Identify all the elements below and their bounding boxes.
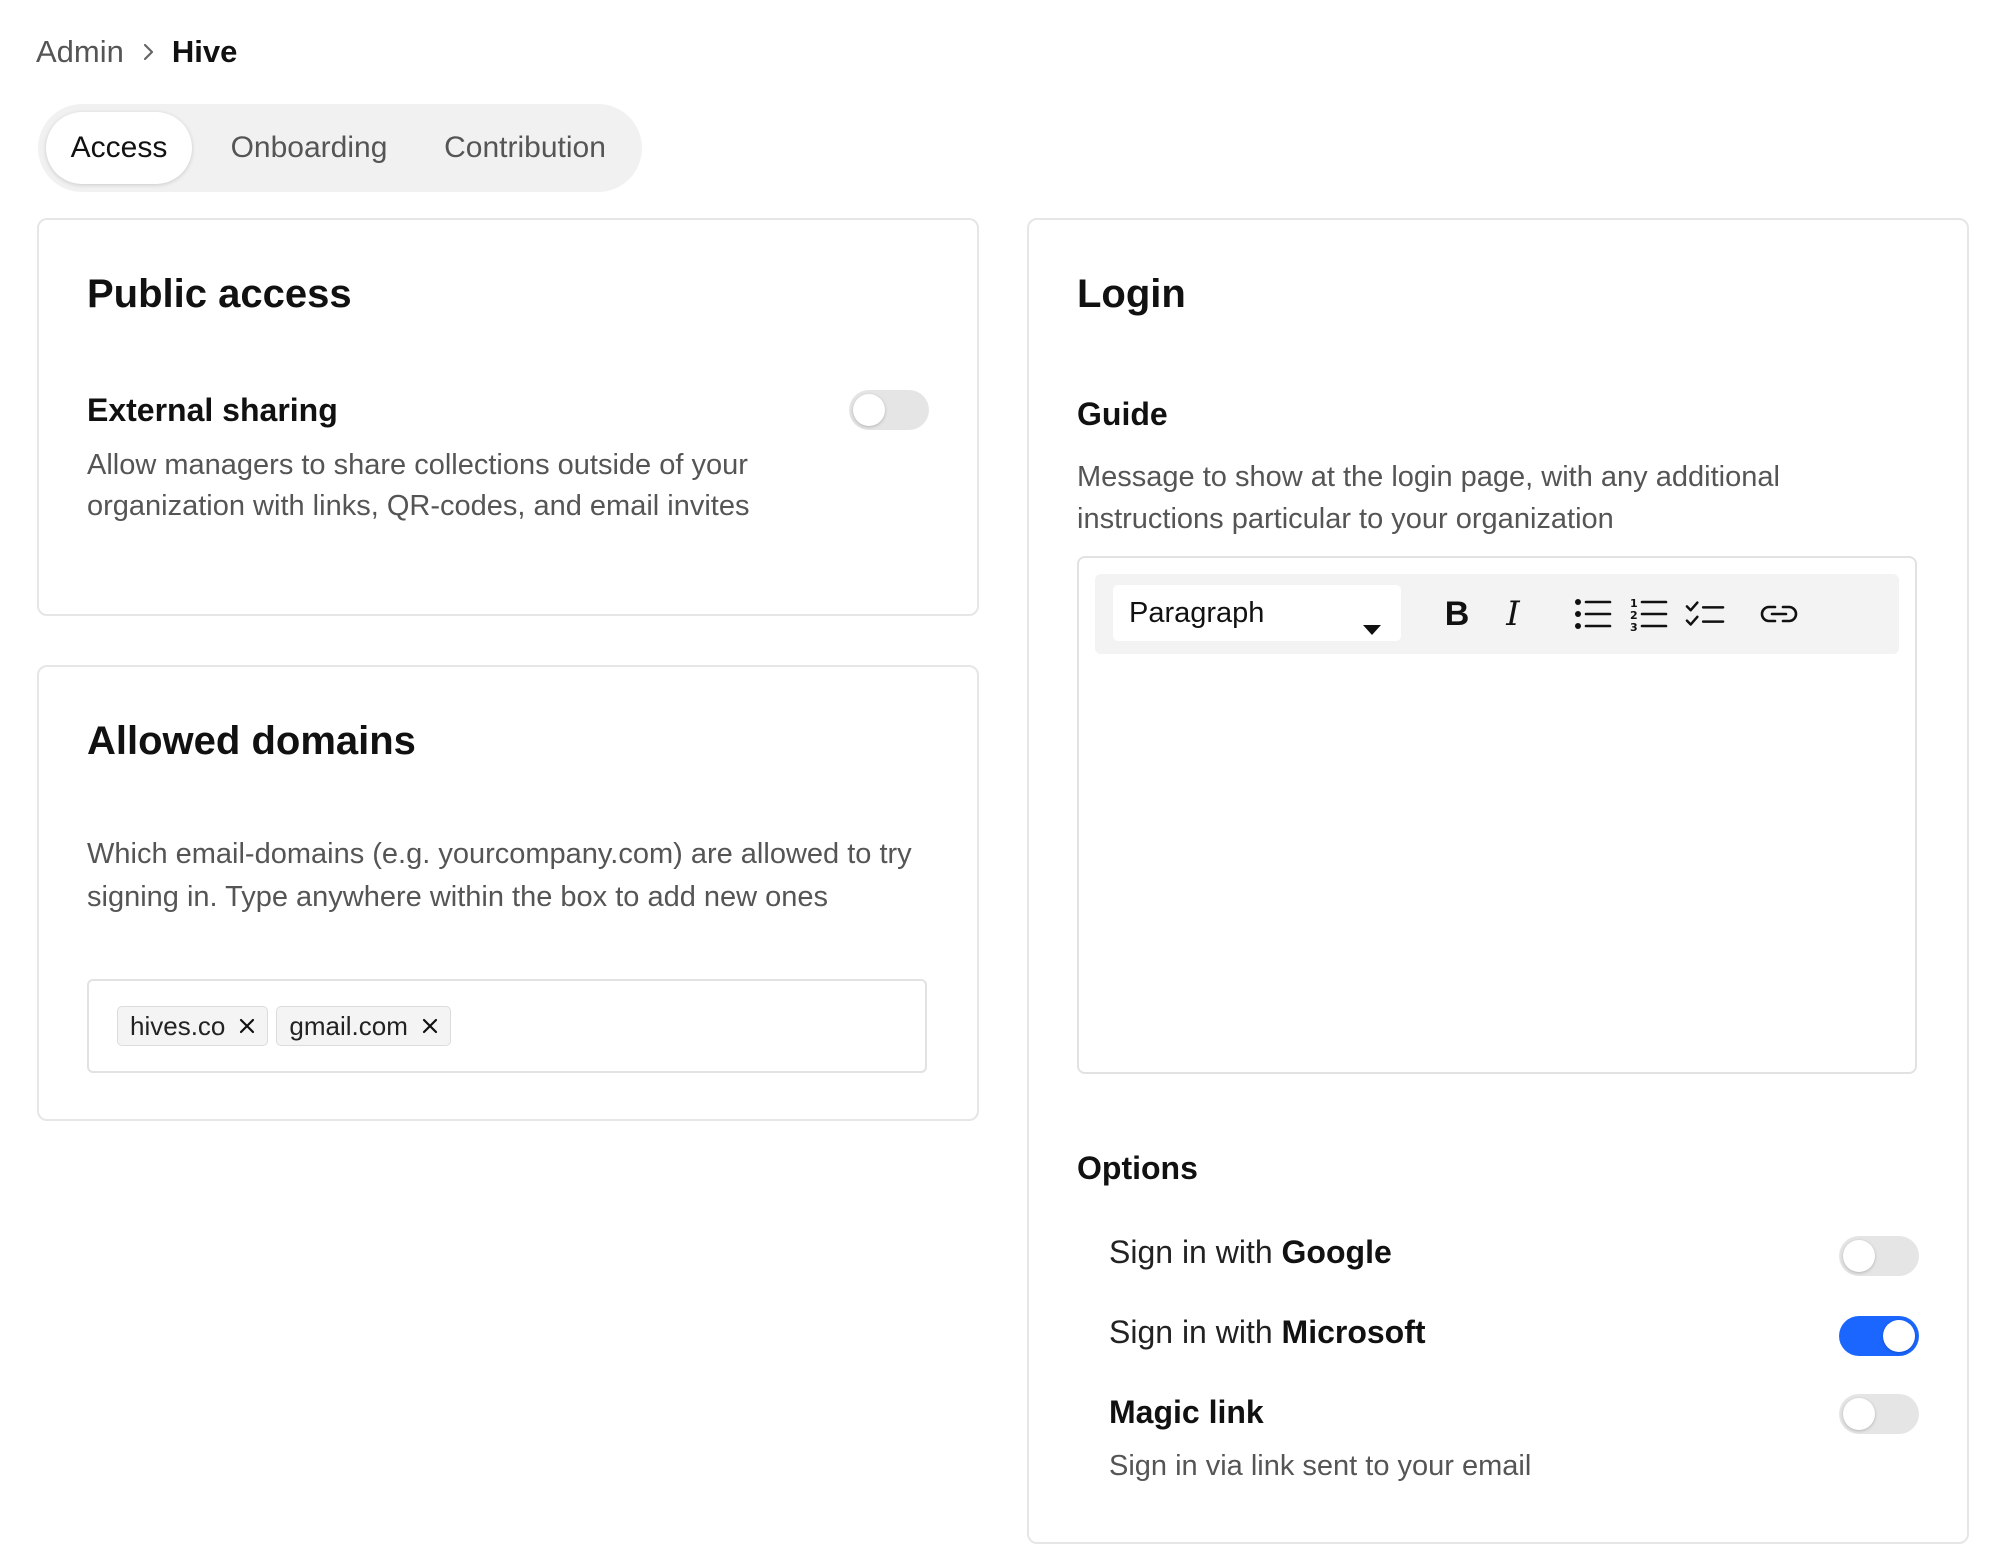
- google-signin-label: Sign in with Google: [1109, 1234, 1392, 1271]
- microsoft-provider-name: Microsoft: [1281, 1314, 1426, 1350]
- tab-bar: Access Onboarding Contribution: [38, 104, 642, 192]
- close-icon[interactable]: [237, 1016, 257, 1036]
- guide-editor: Paragraph B I 123: [1077, 556, 1917, 1074]
- allowed-domains-description: Which email-domains (e.g. yourcompany.co…: [87, 838, 912, 913]
- chevron-right-icon: [142, 41, 156, 63]
- block-format-select[interactable]: Paragraph: [1113, 585, 1401, 641]
- checklist-icon[interactable]: [1685, 594, 1725, 634]
- italic-button[interactable]: I: [1493, 594, 1533, 634]
- editor-content[interactable]: [1095, 670, 1899, 1056]
- guide-description: Message to show at the login page, with …: [1077, 461, 1780, 535]
- block-format-value: Paragraph: [1129, 596, 1265, 629]
- google-provider-name: Google: [1281, 1234, 1392, 1270]
- breadcrumb: Admin Hive: [36, 30, 237, 74]
- options-title: Options: [1077, 1150, 1198, 1186]
- guide-title: Guide: [1077, 396, 1168, 432]
- login-title: Login: [1077, 272, 1186, 316]
- allowed-domains-card: Allowed domains Which email-domains (e.g…: [37, 665, 979, 1121]
- external-sharing-title: External sharing: [87, 392, 338, 428]
- toggle-knob: [1843, 1240, 1875, 1272]
- numbered-list-icon[interactable]: 123: [1629, 594, 1669, 634]
- breadcrumb-admin-link[interactable]: Admin: [36, 34, 124, 70]
- google-signin-toggle[interactable]: [1839, 1236, 1919, 1276]
- breadcrumb-current: Hive: [171, 34, 238, 69]
- domains-input[interactable]: hives.co gmail.com: [87, 979, 927, 1073]
- domain-tag: gmail.com: [276, 1006, 451, 1046]
- external-sharing-toggle[interactable]: [849, 390, 929, 430]
- google-signin-prefix: Sign in with: [1109, 1234, 1282, 1270]
- tab-contribution[interactable]: Contribution: [420, 112, 630, 184]
- microsoft-signin-label: Sign in with Microsoft: [1109, 1314, 1426, 1351]
- magic-link-title: Magic link: [1109, 1394, 1264, 1430]
- toggle-knob: [1843, 1398, 1875, 1430]
- magic-link-toggle[interactable]: [1839, 1394, 1919, 1434]
- public-access-title: Public access: [87, 272, 352, 316]
- public-access-card: Public access External sharing Allow man…: [37, 218, 979, 616]
- link-icon[interactable]: [1757, 594, 1801, 634]
- svg-text:3: 3: [1630, 621, 1638, 632]
- login-card: Login Guide Message to show at the login…: [1027, 218, 1969, 1544]
- bullet-list-icon[interactable]: [1573, 594, 1613, 634]
- bold-button[interactable]: B: [1437, 594, 1477, 634]
- tab-onboarding[interactable]: Onboarding: [204, 112, 414, 184]
- close-icon[interactable]: [420, 1016, 440, 1036]
- microsoft-signin-prefix: Sign in with: [1109, 1314, 1282, 1350]
- domain-tag: hives.co: [117, 1006, 269, 1046]
- editor-toolbar: Paragraph B I 123: [1095, 574, 1899, 654]
- external-sharing-description: Allow managers to share collections outs…: [87, 449, 750, 522]
- domain-tag-label: gmail.com: [289, 1010, 408, 1041]
- tab-access[interactable]: Access: [46, 112, 192, 184]
- domain-tag-label: hives.co: [130, 1010, 226, 1041]
- allowed-domains-title: Allowed domains: [87, 719, 416, 763]
- toggle-knob: [853, 394, 885, 426]
- microsoft-signin-toggle[interactable]: [1839, 1316, 1919, 1356]
- magic-link-description: Sign in via link sent to your email: [1109, 1450, 1532, 1482]
- toggle-knob: [1883, 1320, 1915, 1352]
- caret-down-icon: [1363, 610, 1381, 643]
